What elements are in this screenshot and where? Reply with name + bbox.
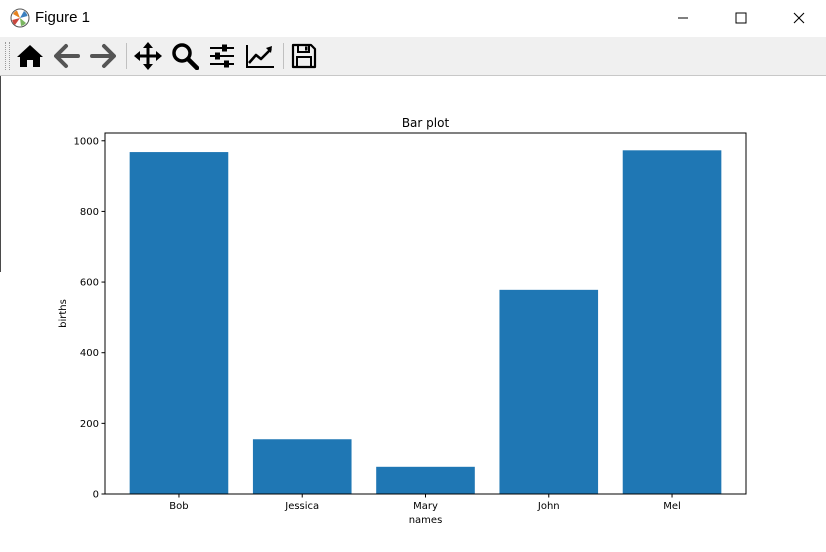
y-tick-label: 200 [80, 419, 99, 430]
y-tick-label: 1000 [74, 136, 99, 147]
bar-bob [129, 152, 229, 494]
close-button[interactable] [770, 0, 826, 36]
back-button[interactable] [50, 41, 84, 71]
x-ticks: Bob Jessica Mary John Mel [169, 494, 681, 512]
zoom-button[interactable] [168, 41, 202, 71]
x-tick-label: Mary [413, 501, 438, 512]
chart-title: Bar plot [402, 116, 450, 130]
home-icon [17, 45, 43, 67]
window-title: Figure 1 [35, 9, 91, 26]
x-tick-label: Jessica [284, 501, 319, 512]
maximize-button[interactable] [712, 0, 770, 36]
toolbar-separator [283, 43, 284, 69]
close-icon [793, 12, 805, 24]
bar-jessica [252, 439, 352, 494]
edit-axis-button[interactable] [243, 41, 277, 71]
forward-button[interactable] [86, 41, 120, 71]
save-floppy-icon [291, 43, 317, 69]
navigation-toolbar [0, 37, 826, 76]
zoom-magnifier-icon [172, 43, 199, 70]
figure-canvas[interactable]: 02004006008001000 Bob Jessica Mary John Mel … [0, 76, 826, 552]
y-axis-label: births [58, 299, 69, 328]
toolbar-grip[interactable] [5, 42, 10, 70]
pan-button[interactable] [131, 41, 165, 71]
y-tick-label: 800 [80, 207, 99, 218]
minimize-icon [678, 17, 688, 19]
y-tick-label: 400 [80, 348, 99, 359]
edit-axis-icon [246, 45, 274, 68]
back-arrow-icon [54, 44, 80, 68]
x-tick-label: John [537, 501, 560, 512]
home-button[interactable] [13, 41, 47, 71]
pan-move-icon [134, 42, 162, 70]
y-tick-label: 0 [93, 490, 99, 501]
maximize-icon [735, 12, 747, 24]
bars-group [129, 150, 722, 494]
bar-mary [376, 466, 475, 494]
bar-mel [622, 150, 722, 494]
forward-arrow-icon [90, 44, 116, 68]
bar-john [499, 289, 599, 494]
y-tick-label: 600 [80, 278, 99, 289]
save-button[interactable] [287, 41, 321, 71]
toolbar-separator [126, 43, 127, 69]
minimize-button[interactable] [654, 0, 712, 36]
window-titlebar: Figure 1 [0, 0, 826, 36]
x-axis-label: names [409, 515, 443, 526]
matplotlib-logo-icon [10, 8, 30, 28]
configure-subplots-icon [210, 44, 234, 68]
x-tick-label: Mel [663, 501, 681, 512]
y-ticks: 0 200 400 600 800 1000 [74, 136, 105, 501]
x-tick-label: Bob [169, 501, 188, 512]
configure-subplots-button[interactable] [205, 41, 239, 71]
